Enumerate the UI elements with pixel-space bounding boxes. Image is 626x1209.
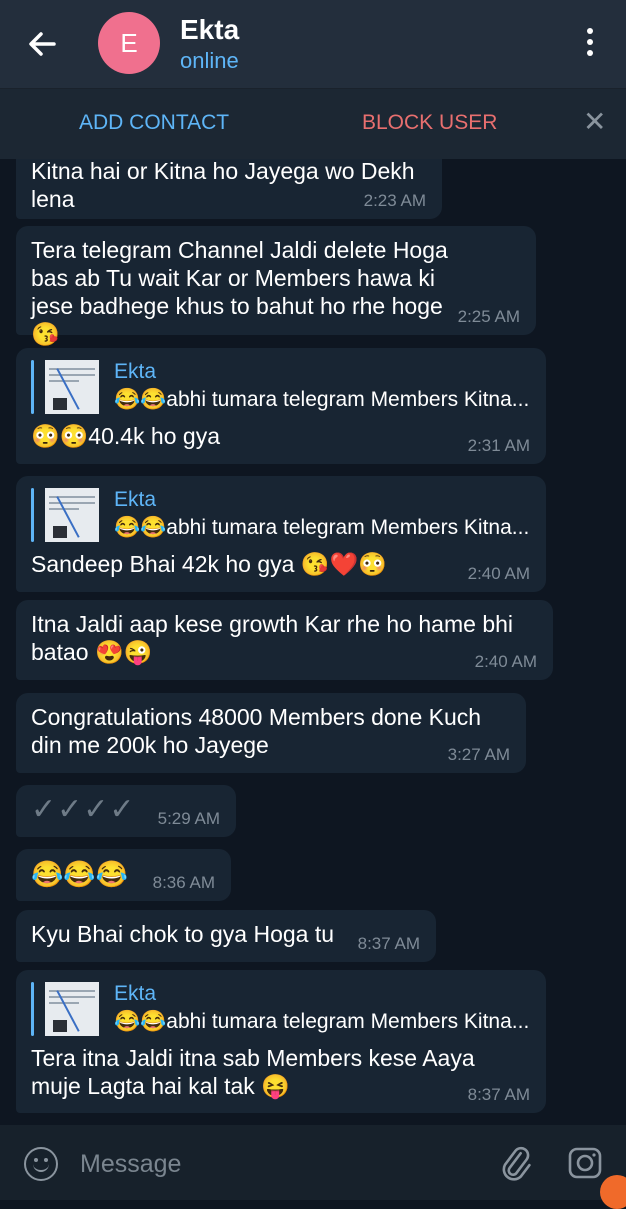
- message-time: 2:40 AM: [467, 564, 530, 583]
- reply-text: 😂😂abhi tumara telegram Members Kitna...: [114, 1010, 530, 1033]
- message-bubble[interactable]: Ekta 😂😂abhi tumara telegram Members Kitn…: [16, 476, 546, 592]
- more-vertical-icon[interactable]: [580, 28, 600, 60]
- message-time: 3:27 AM: [447, 745, 510, 764]
- contact-name[interactable]: Ekta: [180, 14, 239, 46]
- reply-name: Ekta: [114, 360, 157, 383]
- reply-preview[interactable]: Ekta 😂😂abhi tumara telegram Members Kitn…: [31, 486, 530, 544]
- message-bubble[interactable]: Kyu Bhai chok to gya Hoga tu 8:37 AM: [16, 910, 436, 962]
- add-contact-button[interactable]: ADD CONTACT: [79, 111, 229, 135]
- reply-thumbnail: [45, 488, 99, 542]
- message-bubble[interactable]: Tera telegram Channel Jaldi delete Hoga …: [16, 226, 536, 347]
- arrow-left-icon[interactable]: [24, 26, 60, 62]
- message-bubble[interactable]: ✓✓✓✓ 5:29 AM: [16, 785, 236, 837]
- message-time: 2:23 AM: [363, 191, 426, 210]
- message-bubble[interactable]: 😂😂😂 8:36 AM: [16, 849, 231, 901]
- reply-thumbnail: [45, 360, 99, 414]
- message-time: 5:29 AM: [157, 809, 220, 828]
- app-badge: [600, 1175, 626, 1209]
- message-input[interactable]: [78, 1147, 482, 1181]
- message-time: 2:25 AM: [457, 307, 520, 326]
- close-icon[interactable]: ✕: [583, 108, 606, 136]
- message-bubble[interactable]: Ekta 😂😂abhi tumara telegram Members Kitn…: [16, 970, 546, 1113]
- message-bubble[interactable]: Congratulations 48000 Members done Kuch …: [16, 693, 526, 773]
- paperclip-icon[interactable]: [498, 1145, 534, 1181]
- message-time: 8:37 AM: [357, 934, 420, 953]
- reply-text: 😂😂abhi tumara telegram Members Kitna...: [114, 516, 530, 539]
- message-bubble[interactable]: Kitna hai or Kitna ho Jayega wo Dekh len…: [16, 159, 442, 219]
- message-composer: [0, 1125, 626, 1200]
- reply-text: 😂😂abhi tumara telegram Members Kitna...: [114, 388, 530, 411]
- contact-status: online: [180, 48, 239, 73]
- contact-action-bar: ADD CONTACT BLOCK USER ✕: [0, 89, 626, 159]
- message-time: 8:36 AM: [152, 873, 215, 892]
- chat-header: E Ekta online: [0, 0, 626, 89]
- avatar[interactable]: E: [98, 12, 160, 74]
- reply-preview[interactable]: Ekta 😂😂abhi tumara telegram Members Kitn…: [31, 358, 530, 416]
- message-text: Congratulations 48000 Members done Kuch …: [31, 704, 482, 758]
- message-time: 2:31 AM: [467, 436, 530, 455]
- message-bubble[interactable]: Itna Jaldi aap kese growth Kar rhe ho ha…: [16, 600, 553, 680]
- message-text: Itna Jaldi aap kese growth Kar rhe ho ha…: [31, 611, 514, 665]
- message-text: Tera itna Jaldi itna sab Members kese Aa…: [31, 1045, 475, 1099]
- message-text: Tera telegram Channel Jaldi delete Hoga …: [31, 237, 448, 347]
- reply-preview[interactable]: Ekta 😂😂abhi tumara telegram Members Kitn…: [31, 980, 530, 1038]
- reply-thumbnail: [45, 982, 99, 1036]
- message-list[interactable]: Kitna hai or Kitna ho Jayega wo Dekh len…: [0, 159, 626, 1125]
- reply-name: Ekta: [114, 488, 157, 511]
- message-text: 😳😳40.4k ho gya: [31, 423, 220, 449]
- block-user-button[interactable]: BLOCK USER: [362, 111, 497, 135]
- smile-icon[interactable]: [24, 1147, 58, 1181]
- message-bubble[interactable]: Ekta 😂😂abhi tumara telegram Members Kitn…: [16, 348, 546, 464]
- camera-icon[interactable]: [568, 1147, 602, 1179]
- message-text: Sandeep Bhai 42k ho gya 😘❤️😳: [31, 551, 387, 577]
- message-time: 8:37 AM: [467, 1085, 530, 1104]
- message-time: 2:40 AM: [474, 652, 537, 671]
- reply-name: Ekta: [114, 982, 157, 1005]
